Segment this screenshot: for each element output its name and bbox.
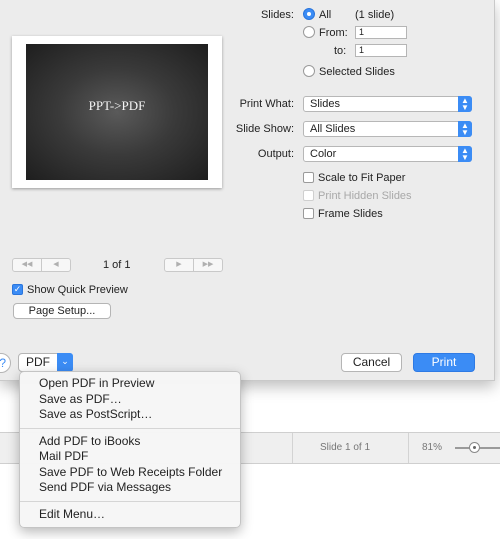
menu-item-edit-menu[interactable]: Edit Menu… [20,507,240,523]
show-quick-preview-checkbox[interactable]: ✓ [12,284,23,295]
pdf-menu-button[interactable]: PDF ⌄ [18,353,73,372]
slide-show-popup[interactable]: All Slides ▲ ▼ [303,121,472,137]
preview-nav-forward: ▶ ▶▶ [164,258,223,272]
output-popup[interactable]: Color ▲ ▼ [303,146,472,162]
divider [292,433,293,463]
menu-item-save-as-pdf[interactable]: Save as PDF… [20,392,240,408]
print-hidden-slides-label: Print Hidden Slides [318,190,412,202]
cancel-button[interactable]: Cancel [341,353,402,372]
divider [408,433,409,463]
print-button[interactable]: Print [413,353,475,372]
menu-item-mail-pdf[interactable]: Mail PDF [20,449,240,465]
from-field[interactable]: 1 [355,26,407,39]
slide-thumbnail: PPT->PDF [26,44,208,180]
slide-count: (1 slide) [355,9,395,21]
preview-nav-back: ◀◀ ◀ [12,258,71,272]
to-label: to: [334,45,347,57]
output-value: Color [310,148,337,160]
pdf-dropdown-menu: Open PDF in Preview Save as PDF… Save as… [19,371,241,528]
page-indicator: 1 of 1 [103,259,131,271]
show-quick-preview-label: Show Quick Preview [27,284,128,296]
up-down-arrows-icon: ▲ ▼ [458,96,472,112]
page-setup-button[interactable]: Page Setup... [13,303,111,319]
print-what-label: Print What: [239,98,294,110]
print-dialog: PPT->PDF Slides: All (1 slide) From: 1 t… [0,0,495,381]
question-mark-icon: ? [0,356,6,370]
frame-slides-checkbox[interactable] [303,208,314,219]
last-page-button[interactable]: ▶▶ [193,259,222,271]
radio-all-label: All [319,9,332,21]
menu-item-save-as-postscript[interactable]: Save as PostScript… [20,407,240,423]
menu-item-send-via-messages[interactable]: Send PDF via Messages [20,480,240,496]
radio-from[interactable] [303,26,315,38]
print-what-value: Slides [310,98,340,110]
menu-separator [20,500,240,502]
radio-all[interactable] [303,8,315,20]
previous-page-button[interactable]: ◀ [41,259,70,271]
menu-item-open-in-preview[interactable]: Open PDF in Preview [20,376,240,392]
next-page-button[interactable]: ▶ [165,259,193,271]
selected-slides-label: Selected Slides [319,66,395,78]
chevron-down-icon: ⌄ [57,353,73,372]
slides-label: Slides: [260,9,294,21]
print-what-popup[interactable]: Slides ▲ ▼ [303,96,472,112]
up-down-arrows-icon: ▲ ▼ [458,146,472,162]
zoom-level: 81% [422,442,443,453]
pdf-label: PDF [26,355,50,369]
output-label: Output: [257,148,294,160]
first-page-button[interactable]: ◀◀ [13,259,41,271]
scale-to-fit-label: Scale to Fit Paper [318,172,406,184]
print-hidden-slides-checkbox[interactable] [303,190,314,201]
radio-selected-slides[interactable] [303,65,315,77]
slide-info: Slide 1 of 1 [320,442,371,453]
frame-slides-label: Frame Slides [318,208,383,220]
slide-show-label: Slide Show: [235,123,294,135]
menu-item-add-to-ibooks[interactable]: Add PDF to iBooks [20,434,240,450]
slide-title: PPT->PDF [88,98,146,113]
help-button[interactable]: ? [0,353,11,373]
from-label: From: [319,27,348,39]
zoom-slider-knob[interactable] [469,442,480,453]
menu-item-web-receipts[interactable]: Save PDF to Web Receipts Folder [20,465,240,481]
to-field[interactable]: 1 [355,44,407,57]
menu-separator [20,427,240,429]
scale-to-fit-checkbox[interactable] [303,172,314,183]
slide-show-value: All Slides [310,123,356,135]
slide-preview: PPT->PDF [12,36,222,188]
up-down-arrows-icon: ▲ ▼ [458,121,472,137]
